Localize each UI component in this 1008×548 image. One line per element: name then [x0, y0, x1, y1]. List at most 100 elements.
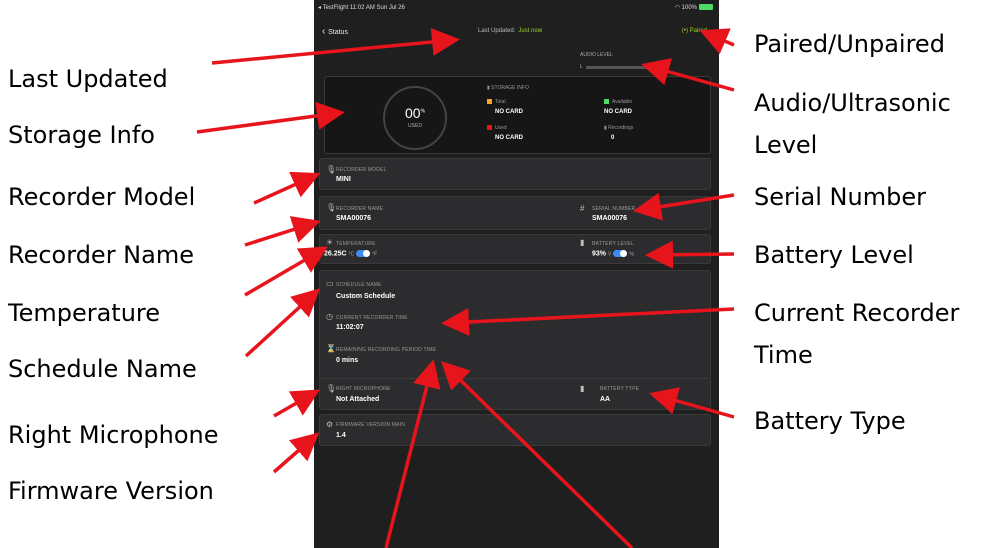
calendar-icon: ▭ [326, 279, 334, 288]
celsius-unit: °C [348, 251, 355, 258]
wifi-icon: ◠ [674, 5, 682, 11]
annotation-recorder-model: Recorder Model [8, 183, 196, 211]
annotation-last-updated: Last Updated [8, 65, 168, 93]
battery-level-row: 93% V% [592, 250, 634, 257]
remaining-recording-time-value: 0 mins [336, 357, 359, 364]
annotation-right-microphone: Right Microphone [8, 421, 219, 449]
annotation-audio-level-line2: Level [754, 131, 818, 159]
used-label: Used [487, 125, 507, 131]
temperature-unit-toggle[interactable] [356, 250, 371, 257]
used-swatch [487, 125, 492, 131]
right-microphone-value: Not Attached [336, 396, 380, 403]
annotation-audio-level-line1: Audio/Ultrasonic [754, 89, 951, 117]
battery-unit-toggle[interactable] [613, 250, 628, 257]
annotation-paired-unpaired: Paired/Unpaired [754, 30, 945, 58]
recorder-name-card: 🎙 RECORDER NAME SMA00076 # SERIAL NUMBER… [319, 196, 711, 230]
storage-info-header: ▮ STORAGE INFO [487, 85, 529, 91]
status-bar-right: ◠ 100% [675, 4, 713, 11]
recorder-model-card: 🎙 RECORDER MODEL MINI [319, 158, 711, 190]
right-microphone-label: RIGHT MICROPHONE [336, 386, 391, 392]
battery-type-label: BATTERY TYPE [600, 386, 640, 392]
arrow-recorder-name [244, 216, 321, 247]
audio-level-meter [586, 66, 666, 69]
total-label: Total [487, 99, 506, 105]
back-button-label: Status [328, 29, 348, 36]
firmware-version-value: 1.4 [336, 432, 346, 439]
temperature-label: TEMPERATURE [336, 241, 376, 247]
percent-unit: % [629, 251, 634, 258]
microphone-battery-type-card: 🎙 RIGHT MICROPHONE Not Attached ▮ BATTER… [319, 378, 711, 410]
annotation-firmware-version: Firmware Version [8, 477, 214, 505]
temperature-battery-card: ☀ TEMPERATURE 26.25C °C °F ▮ BATTERY LEVE… [319, 234, 711, 264]
total-label-text: Total [495, 99, 506, 105]
fahrenheit-unit: °F [372, 251, 378, 258]
annotation-current-time-line1: Current Recorder [754, 299, 960, 327]
status-bar-left: ◂ TestFlight 11:02 AM Sun Jul 26 [318, 5, 405, 11]
total-swatch [487, 99, 492, 105]
battery-type-value: AA [600, 396, 611, 403]
temperature-value: 26.25C [324, 250, 347, 258]
hourglass-icon: ⌛ [326, 344, 336, 353]
thermometer-icon: ☀ [326, 238, 334, 247]
used-value: NO CARD [495, 135, 523, 141]
gear-icon: ⚙ [326, 420, 334, 429]
audio-channel-label: L [580, 64, 583, 70]
storage-info-card: 00% USED ▮ STORAGE INFO Total NO CARD Av… [324, 76, 711, 154]
arrow-right-microphone [273, 389, 321, 418]
current-recorder-time-value: 11:02:07 [336, 324, 364, 331]
arrow-temperature [244, 246, 329, 297]
clock-icon: ◷ [326, 312, 333, 321]
annotation-serial-number: Serial Number [754, 183, 926, 211]
paired-status[interactable]: (•) Paired [682, 28, 707, 34]
arrow-firmware-version [272, 432, 320, 474]
storage-usage-ring: 00% USED [383, 86, 447, 150]
battery-icon [699, 4, 713, 11]
storage-used-percent: 00 [404, 105, 421, 121]
recorder-model-value: MINI [336, 176, 351, 183]
schedule-name-label: SCHEDULE NAME [336, 282, 382, 288]
recordings-value: 0 [611, 135, 615, 141]
serial-number-value: SMA00076 [592, 215, 628, 222]
microphone-icon: 🎙 [326, 384, 337, 393]
temperature-row: 26.25C °C °F [324, 250, 377, 257]
arrow-schedule-name [244, 288, 321, 358]
broadcast-icon: (•) [681, 28, 690, 34]
recorder-model-label: RECORDER MODEL [336, 167, 387, 173]
annotation-temperature: Temperature [8, 299, 161, 327]
nav-bar: ‹ Status Last Updated: Just now (•) Paire… [314, 22, 719, 42]
battery-level-value: 93% [592, 250, 607, 258]
battery-level-label: BATTERY LEVEL [592, 241, 635, 247]
recordings-label: ▮ Recordings [604, 125, 633, 131]
annotation-battery-type: Battery Type [754, 407, 906, 435]
battery-icon: ▮ [580, 238, 585, 247]
annotation-storage-info: Storage Info [8, 121, 155, 149]
storage-used-caption: USED [408, 123, 422, 129]
available-label-text: Available [612, 99, 633, 105]
remaining-recording-time-label: REMAINING RECORDING PERIOD TIME [336, 347, 437, 353]
microphone-icon: 🎙 [326, 165, 337, 174]
back-button[interactable]: ‹ Status [322, 26, 348, 37]
battery-icon: ▮ [580, 384, 585, 393]
last-updated-label: Last Updated: [478, 28, 516, 34]
app-screen: ◂ TestFlight 11:02 AM Sun Jul 26 ◠ 100% … [314, 0, 719, 548]
paired-label: Paired [689, 28, 707, 34]
total-value: NO CARD [495, 109, 523, 115]
audio-level-label: AUDIO LEVEL [580, 52, 613, 58]
storage-percent-unit: % [420, 108, 426, 115]
schedule-card: ▭ SCHEDULE NAME Custom Schedule ◷ CURREN… [319, 270, 711, 380]
available-value: NO CARD [604, 109, 632, 115]
storage-header-label: STORAGE INFO [491, 85, 529, 91]
annotation-battery-level: Battery Level [754, 241, 914, 269]
microphone-icon: 🎙 [326, 203, 337, 212]
arrow-recorder-model [253, 171, 321, 205]
recordings-label-text: Recordings [608, 125, 634, 131]
last-updated-value: Just now [518, 28, 543, 34]
firmware-card: ⚙ FIRMWARE VERSION MAIN 1.4 [319, 414, 711, 446]
schedule-name-value: Custom Schedule [336, 293, 396, 300]
available-swatch [604, 99, 609, 105]
annotation-current-time-line2: Time [754, 341, 813, 369]
annotation-recorder-name: Recorder Name [8, 241, 194, 269]
battery-percent: 100% [681, 5, 697, 11]
last-updated: Last Updated: Just now [478, 28, 542, 34]
recorder-name-value: SMA00076 [336, 215, 372, 222]
